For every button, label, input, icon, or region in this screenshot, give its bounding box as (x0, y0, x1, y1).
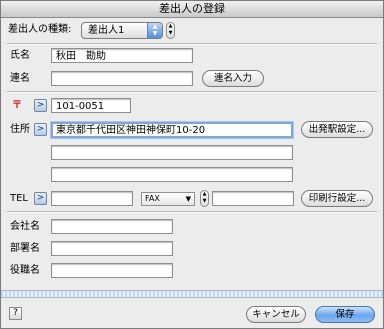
sender-type-label: 差出人の種類: (8, 24, 72, 35)
company-field[interactable] (51, 219, 173, 234)
tel-field[interactable] (51, 191, 133, 206)
separator (7, 43, 377, 45)
name-label: 氏名 (10, 50, 30, 61)
joint-name-field[interactable] (51, 71, 193, 86)
address-line1-field[interactable]: 東京都千代田区神田神保町10-20 (51, 122, 293, 138)
window-title: 差出人の登録 (1, 1, 383, 18)
department-label: 部署名 (10, 243, 40, 254)
chevron-down-icon: ▼ (185, 195, 191, 203)
separator (7, 91, 377, 93)
name-field[interactable]: 秋田 勘助 (51, 48, 193, 63)
popup-arrows-icon: ▲ ▼ (147, 23, 162, 38)
tel-label: TEL (10, 193, 28, 204)
save-button[interactable]: 保存 (315, 306, 375, 323)
fax-type-popup[interactable]: FAX ▼ (141, 192, 195, 206)
sender-registration-dialog: 差出人の登録 差出人の種類: 差出人1 ▲ ▼ ▲ ▼ 氏名 秋田 勘助 連名 連名… (0, 0, 384, 329)
joint-name-label: 連名 (10, 73, 30, 84)
postal-arrow-icon[interactable]: > (34, 99, 47, 112)
fax-type-stepper[interactable]: ▲ ▼ (200, 190, 209, 207)
sender-type-stepper[interactable]: ▲ ▼ (166, 22, 175, 39)
help-button[interactable]: ? (9, 307, 22, 320)
sender-type-value: 差出人1 (88, 25, 125, 36)
sender-type-popup[interactable]: 差出人1 ▲ ▼ (81, 22, 163, 39)
job-title-field[interactable] (51, 263, 173, 278)
company-label: 会社名 (10, 221, 40, 232)
address-arrow-icon[interactable]: > (34, 123, 47, 136)
job-title-label: 役職名 (10, 265, 40, 276)
address-label: 住所 (10, 124, 30, 135)
fax-type-value: FAX (145, 194, 160, 203)
separator (7, 211, 377, 213)
department-field[interactable] (51, 241, 173, 256)
fax-field[interactable] (212, 191, 294, 206)
departure-station-button[interactable]: 出発駅設定... (301, 121, 373, 138)
bottom-divider-bar (1, 290, 383, 298)
tel-arrow-icon[interactable]: > (34, 192, 47, 205)
print-line-settings-button[interactable]: 印刷行設定... (301, 190, 373, 207)
postal-mark-label: 〒 (12, 100, 22, 111)
postal-code-field[interactable]: 101-0051 (51, 98, 131, 113)
joint-name-input-button[interactable]: 連名入力 (202, 70, 264, 87)
address-line2-field[interactable] (51, 145, 293, 160)
cancel-button[interactable]: キャンセル (246, 306, 306, 323)
address-line3-field[interactable] (51, 167, 293, 182)
